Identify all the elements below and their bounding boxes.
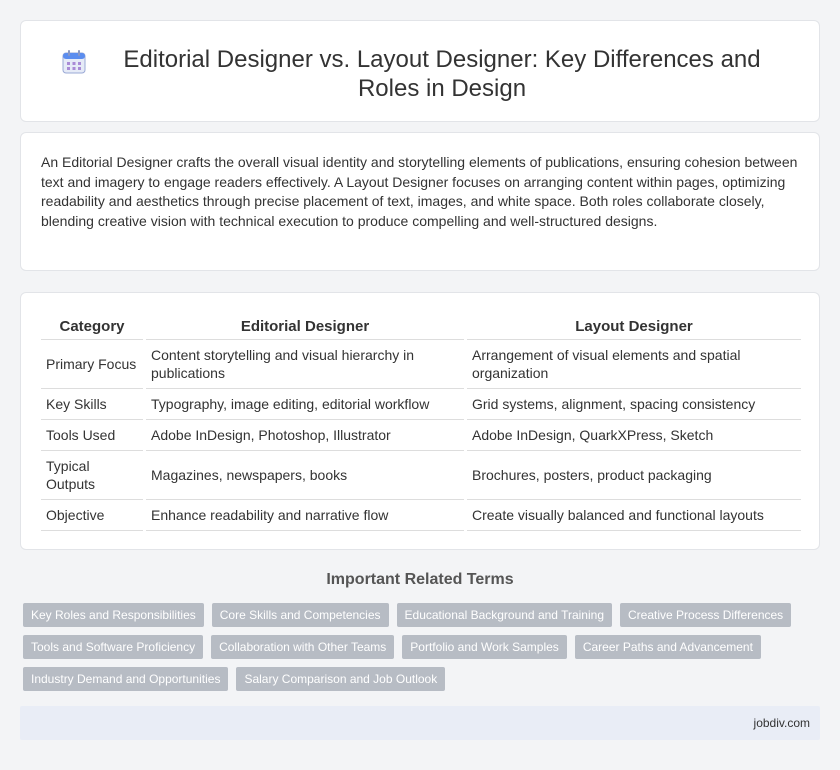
intro-card: An Editorial Designer crafts the overall…	[20, 132, 820, 271]
related-term-tag[interactable]: Educational Background and Training	[396, 603, 612, 627]
table-cell-editorial: Enhance readability and narrative flow	[146, 500, 464, 531]
table-row: Objective Enhance readability and narrat…	[41, 500, 801, 531]
table-cell-layout: Grid systems, alignment, spacing consist…	[467, 389, 801, 420]
related-term-tag[interactable]: Portfolio and Work Samples	[402, 635, 567, 659]
related-term-tag[interactable]: Industry Demand and Opportunities	[23, 667, 229, 691]
page-title: Editorial Designer vs. Layout Designer: …	[123, 46, 761, 102]
comparison-table-card: Category Editorial Designer Layout Desig…	[20, 292, 820, 550]
table-row: Tools Used Adobe InDesign, Photoshop, Il…	[41, 420, 801, 451]
table-cell-editorial: Content storytelling and visual hierarch…	[146, 340, 464, 389]
related-term-tag[interactable]: Collaboration with Other Teams	[211, 635, 395, 659]
table-cell-category: Key Skills	[41, 389, 143, 420]
column-header-editorial: Editorial Designer	[146, 313, 464, 340]
related-terms-list: Key Roles and Responsibilities Core Skil…	[23, 603, 813, 691]
table-cell-layout: Arrangement of visual elements and spati…	[467, 340, 801, 389]
table-cell-layout: Brochures, posters, product packaging	[467, 451, 801, 500]
related-term-tag[interactable]: Tools and Software Proficiency	[23, 635, 204, 659]
table-row: Typical Outputs Magazines, newspapers, b…	[41, 451, 801, 500]
related-term-tag[interactable]: Career Paths and Advancement	[574, 635, 761, 659]
related-terms-heading: Important Related Terms	[326, 571, 514, 588]
table-cell-layout: Create visually balanced and functional …	[467, 500, 801, 531]
intro-paragraph: An Editorial Designer crafts the overall…	[41, 154, 798, 229]
table-cell-category: Primary Focus	[41, 340, 143, 389]
header-card: Editorial Designer vs. Layout Designer: …	[20, 20, 820, 122]
table-cell-editorial: Adobe InDesign, Photoshop, Illustrator	[146, 420, 464, 451]
footer: jobdiv.com	[20, 706, 820, 740]
calendar-icon	[61, 49, 87, 75]
table-cell-editorial: Magazines, newspapers, books	[146, 451, 464, 500]
column-header-category: Category	[41, 313, 143, 340]
table-row: Key Skills Typography, image editing, ed…	[41, 389, 801, 420]
column-header-layout: Layout Designer	[467, 313, 801, 340]
table-cell-editorial: Typography, image editing, editorial wor…	[146, 389, 464, 420]
table-cell-category: Objective	[41, 500, 143, 531]
table-cell-category: Typical Outputs	[41, 451, 143, 500]
related-term-tag[interactable]: Core Skills and Competencies	[211, 603, 389, 627]
table-header-row: Category Editorial Designer Layout Desig…	[41, 313, 801, 340]
related-term-tag[interactable]: Salary Comparison and Job Outlook	[236, 667, 446, 691]
footer-site-link[interactable]: jobdiv.com	[754, 716, 810, 730]
table-row: Primary Focus Content storytelling and v…	[41, 340, 801, 389]
related-term-tag[interactable]: Key Roles and Responsibilities	[23, 603, 204, 627]
related-term-tag[interactable]: Creative Process Differences	[620, 603, 792, 627]
table-cell-category: Tools Used	[41, 420, 143, 451]
table-cell-layout: Adobe InDesign, QuarkXPress, Sketch	[467, 420, 801, 451]
comparison-table: Category Editorial Designer Layout Desig…	[38, 313, 804, 531]
